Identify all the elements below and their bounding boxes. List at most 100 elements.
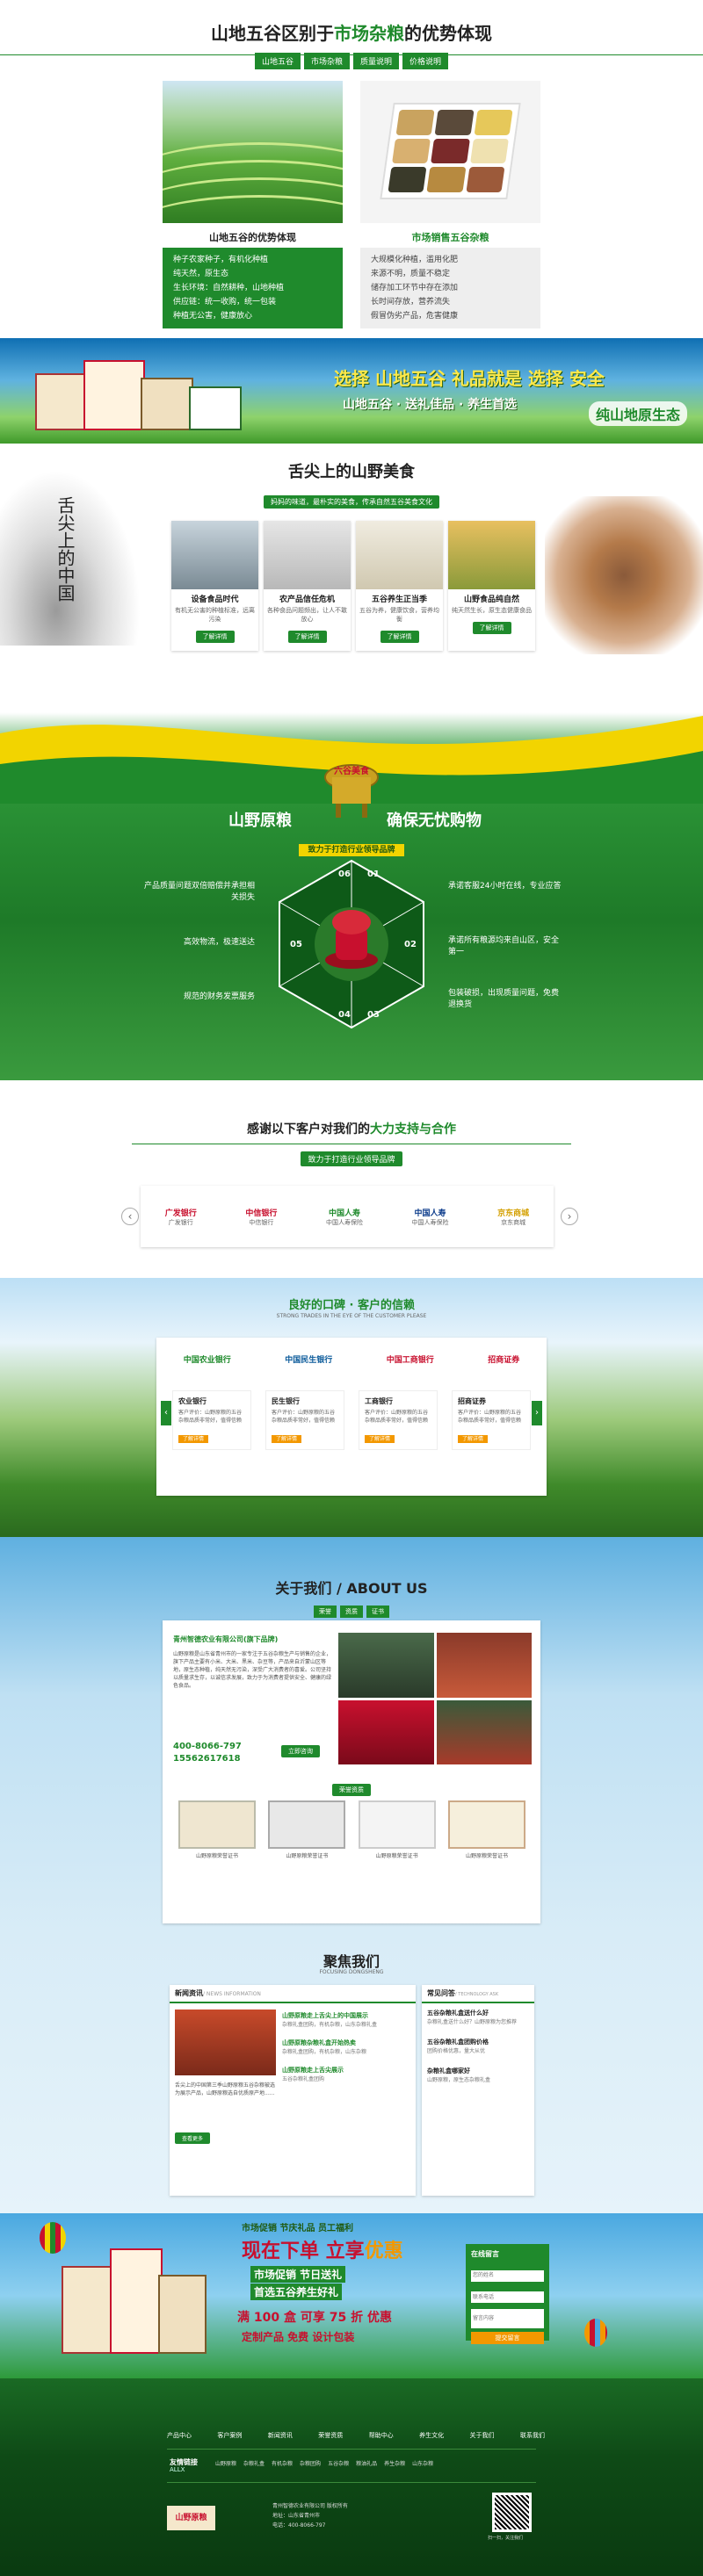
cert-item[interactable]: 山野原粮荣誉证书 (178, 1800, 256, 1859)
footer-logo[interactable]: 山野原粮 (167, 2506, 215, 2530)
nav-news[interactable]: 新闻资讯 (268, 2431, 293, 2440)
nav-contact[interactable]: 联系我们 (520, 2431, 545, 2440)
friend-link[interactable]: 杂粮礼盒 (243, 2459, 265, 2467)
friend-link[interactable]: 粮油礼品 (356, 2459, 377, 2467)
faq-list: 五谷杂粮礼盒送什么好 杂粮礼盒送什么好？山野原粮为您推荐 五谷杂粮礼盒团购价格 团购… (422, 2003, 534, 2089)
friend-link[interactable]: 养生杂粮 (384, 2459, 405, 2467)
message-field[interactable] (471, 2309, 544, 2328)
card[interactable]: 设备食品时代 有机无公害的种植标准，远离污染 了解详情 (171, 521, 258, 651)
faq-head: 常见问答 (427, 1989, 455, 1997)
tab-quality[interactable]: 质量说明 (353, 53, 400, 69)
friend-link[interactable]: 有机杂粮 (272, 2459, 293, 2467)
card[interactable]: 农产品信任危机 各种食品问题频出，让人不敢放心 了解详情 (264, 521, 351, 651)
partner-logo[interactable]: 中国人寿 中国人寿保险 (412, 1207, 449, 1227)
card-desc: 有机无公害的种植标准，远离污染 (175, 607, 255, 623)
news-more-button[interactable]: 查看更多 (175, 2132, 211, 2144)
faq-question: 五谷杂粮礼盒送什么好 (427, 2010, 489, 2017)
subtitle-bar: 妈妈的味道，最朴实的美食，传承自然五谷美食文化 (0, 491, 703, 509)
tab-qualification[interactable]: 资质 (340, 1605, 363, 1618)
prev-arrow[interactable]: ‹ (121, 1208, 139, 1225)
faq-item[interactable]: 五谷杂粮礼盒团购价格 团购价格优惠，量大从优 (427, 2038, 529, 2054)
tab-certificate[interactable]: 证书 (366, 1605, 389, 1618)
news-item[interactable]: 山野原粮走上舌尖上的中国展示杂粮礼盒团购，有机杂粮，山东杂粮礼盒 (282, 2011, 409, 2028)
tab-market[interactable]: 市场杂粮 (303, 53, 350, 69)
nav-culture[interactable]: 养生文化 (419, 2431, 444, 2440)
name-field[interactable] (471, 2269, 544, 2282)
tab-honor[interactable]: 荣誉 (314, 1605, 337, 1618)
bank-card-button[interactable]: 了解详情 (272, 1435, 302, 1443)
news-item-desc: 杂粮礼盒团购，有机杂粮，山东杂粮礼盒 (282, 2022, 378, 2028)
partner-logo[interactable]: 中信银行 中信银行 (245, 1207, 277, 1227)
news-item-title: 山野原粮杂粮礼盒开始热卖 (282, 2039, 356, 2046)
friend-link[interactable]: 山野原粮 (215, 2459, 236, 2467)
subtitle: 致力于打造行业领导品牌 (299, 844, 404, 856)
logo-carousel: 广发银行 广发银行 中信银行 中信银行 中国人寿 中国人寿保险 中国人寿 中国人寿保险 … (141, 1186, 554, 1247)
partner-logo[interactable]: 京东商城 京东商城 (497, 1207, 529, 1227)
bank-card-button[interactable]: 了解详情 (458, 1435, 489, 1443)
news-item[interactable]: 山野原粮走上舌尖展示 五谷杂粮礼盒团购 (282, 2066, 409, 2082)
faq-item[interactable]: 杂粮礼盒哪家好 山野原粮，原生态杂粮礼盒 (427, 2067, 529, 2083)
bank-logo[interactable]: 中国工商银行 (387, 1353, 434, 1390)
cert-caption: 山野原粮荣誉证书 (465, 1853, 508, 1859)
promo-line2: 市场促销 节日送礼 (250, 2266, 346, 2283)
bank-card[interactable]: 工商银行 客户评价：山野原粮的五谷杂粮品质非常好，值得信赖 了解详情 (359, 1390, 438, 1450)
qr-label: 扫一扫，关注我们 (488, 2536, 524, 2541)
card-button[interactable]: 了解详情 (472, 622, 511, 634)
card[interactable]: 五谷养生正当季 五谷为养，健康饮食，营养均衡 了解详情 (356, 521, 443, 651)
card-button[interactable]: 了解详情 (287, 631, 327, 643)
faq-item[interactable]: 五谷杂粮礼盒送什么好 杂粮礼盒送什么好？山野原粮为您推荐 (427, 2009, 529, 2025)
bank-card-title: 招商证券 (458, 1397, 486, 1405)
friend-link[interactable]: 山东杂粮 (412, 2459, 433, 2467)
nav-about[interactable]: 关于我们 (470, 2431, 495, 2440)
submit-button[interactable]: 提交留言 (471, 2332, 544, 2344)
bank-card-desc: 客户评价：山野原粮的五谷杂粮品质非常好，值得信赖 (365, 1410, 429, 1424)
nav-help[interactable]: 帮助中心 (369, 2431, 394, 2440)
tab-price[interactable]: 价格说明 (402, 53, 449, 69)
card-image (171, 521, 258, 589)
friend-link[interactable]: 五谷杂粮 (328, 2459, 349, 2467)
partner-logo[interactable]: 中国人寿 中国人寿保险 (326, 1207, 363, 1227)
bank-card[interactable]: 农业银行 客户评价：山野原粮的五谷杂粮品质非常好，值得信赖 了解详情 (172, 1390, 251, 1450)
news-item-title: 山野原粮走上舌尖上的中国展示 (282, 2012, 368, 2019)
card-button[interactable]: 了解详情 (380, 631, 419, 643)
next-arrow[interactable]: › (532, 1401, 542, 1425)
partner-logo[interactable]: 广发银行 广发银行 (165, 1207, 197, 1227)
card-title: 五谷养生正当季 (371, 595, 427, 604)
about-tabs: 荣誉 资质 证书 (0, 1600, 703, 1618)
gift-banner[interactable]: 选择 山地五谷 礼品就是 选择 安全 山地五谷 · 送礼佳品 · 养生首选 纯山… (0, 338, 703, 444)
bank-card[interactable]: 招商证券 客户评价：山野原粮的五谷杂粮品质非常好，值得信赖 了解详情 (452, 1390, 531, 1450)
next-arrow[interactable]: › (561, 1208, 578, 1225)
nav-honors[interactable]: 荣誉资质 (318, 2431, 343, 2440)
cert-item[interactable]: 山野原粮荣誉证书 (358, 1800, 436, 1859)
bank-card[interactable]: 民生银行 客户评价：山野原粮的五谷杂粮品质非常好，值得信赖 了解详情 (265, 1390, 344, 1450)
news-item[interactable]: 山野原粮杂粮礼盒开始热卖 杂粮礼盒团购，有机杂粮，山东杂粮 (282, 2038, 409, 2055)
bank-logo[interactable]: 招商证券 (488, 1353, 519, 1390)
friend-link[interactable]: 杂粮团购 (300, 2459, 321, 2467)
left-list: 种子农家种子，有机化种植 纯天然，原生态 生长环境：自然耕种，山地种植 供应链：… (163, 248, 343, 328)
guarantee-section: 六谷美食 山野原粮 确保无忧购物 致力于打造行业领导品牌 06 01 05 02… (0, 681, 703, 1080)
title-pre: 山地五谷区别于 (211, 23, 334, 44)
title-left: 山野原粮 (228, 812, 292, 830)
bank-card-row: 农业银行 客户评价：山野原粮的五谷杂粮品质非常好，值得信赖 了解详情 民生银行 … (156, 1390, 547, 1450)
card-button[interactable]: 了解详情 (195, 631, 235, 643)
prev-arrow[interactable]: ‹ (161, 1401, 171, 1425)
tab-shandi[interactable]: 山地五谷 (254, 53, 301, 69)
num-05: 05 (290, 940, 302, 949)
nav-products[interactable]: 产品中心 (167, 2431, 192, 2440)
card[interactable]: 山野食品纯自然 纯天然生长，原生态健康食品 了解详情 (448, 521, 535, 651)
bank-logo[interactable]: 中国农业银行 (184, 1353, 231, 1390)
faq-question: 杂粮礼盒哪家好 (427, 2067, 470, 2075)
feature-left-1: 产品质量问题双倍赔偿并承担相关损失 (143, 882, 255, 902)
phone-field[interactable] (471, 2291, 544, 2303)
bank-logo[interactable]: 中国民生银行 (285, 1353, 332, 1390)
bank-card-button[interactable]: 了解详情 (178, 1435, 209, 1443)
bank-card-title: 农业银行 (178, 1397, 207, 1405)
cert-item[interactable]: 山野原粮荣誉证书 (268, 1800, 346, 1859)
footer-info: 青州智德农业有限公司 版权所有 地址：山东省青州市 电话：400-8066-79… (272, 2501, 348, 2530)
nav-cases[interactable]: 客户案例 (217, 2431, 242, 2440)
friend-links: 山野原粮 杂粮礼盒 有机杂粮 杂粮团购 五谷杂粮 粮油礼品 养生杂粮 山东杂粮 (215, 2459, 540, 2467)
more-button[interactable]: 立即咨询 (281, 1745, 320, 1757)
terrace-image (163, 81, 343, 223)
cert-item[interactable]: 山野原粮荣誉证书 (447, 1800, 525, 1859)
bank-card-button[interactable]: 了解详情 (365, 1435, 395, 1443)
